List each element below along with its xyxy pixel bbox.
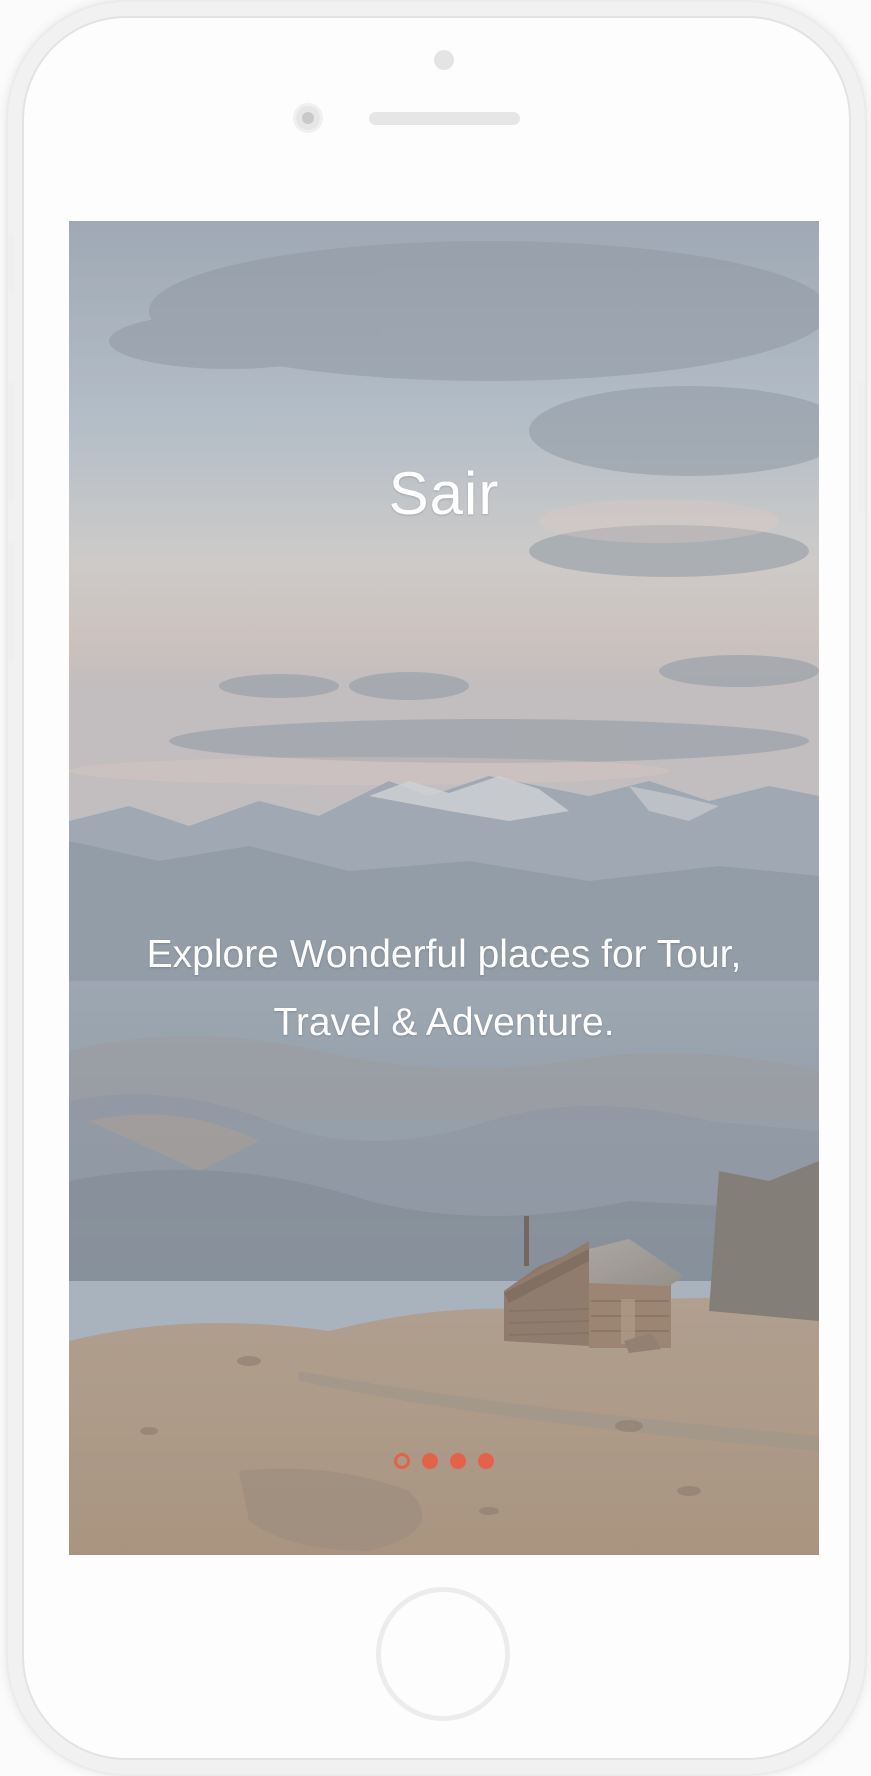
mute-switch — [8, 234, 14, 292]
volume-down-button — [8, 542, 14, 662]
splash-screen[interactable]: Sair Explore Wonderful places for Tour, … — [69, 221, 819, 1555]
earpiece-speaker — [369, 112, 520, 125]
page-indicator — [69, 1453, 819, 1469]
page-dot-3[interactable] — [450, 1453, 466, 1469]
screen-tint-overlay — [69, 221, 819, 1555]
front-camera-icon — [293, 103, 323, 133]
app-tagline: Explore Wonderful places for Tour, Trave… — [146, 933, 742, 1044]
app-title: Sair — [388, 460, 500, 527]
home-button-icon[interactable] — [376, 1587, 510, 1721]
page-dot-2[interactable] — [422, 1453, 438, 1469]
page-dot-1[interactable] — [394, 1453, 410, 1469]
page-dot-4[interactable] — [478, 1453, 494, 1469]
phone-frame: Sair Explore Wonderful places for Tour, … — [8, 2, 865, 1774]
proximity-sensor-icon — [434, 50, 454, 70]
volume-up-button — [8, 382, 14, 502]
power-button — [859, 382, 865, 512]
